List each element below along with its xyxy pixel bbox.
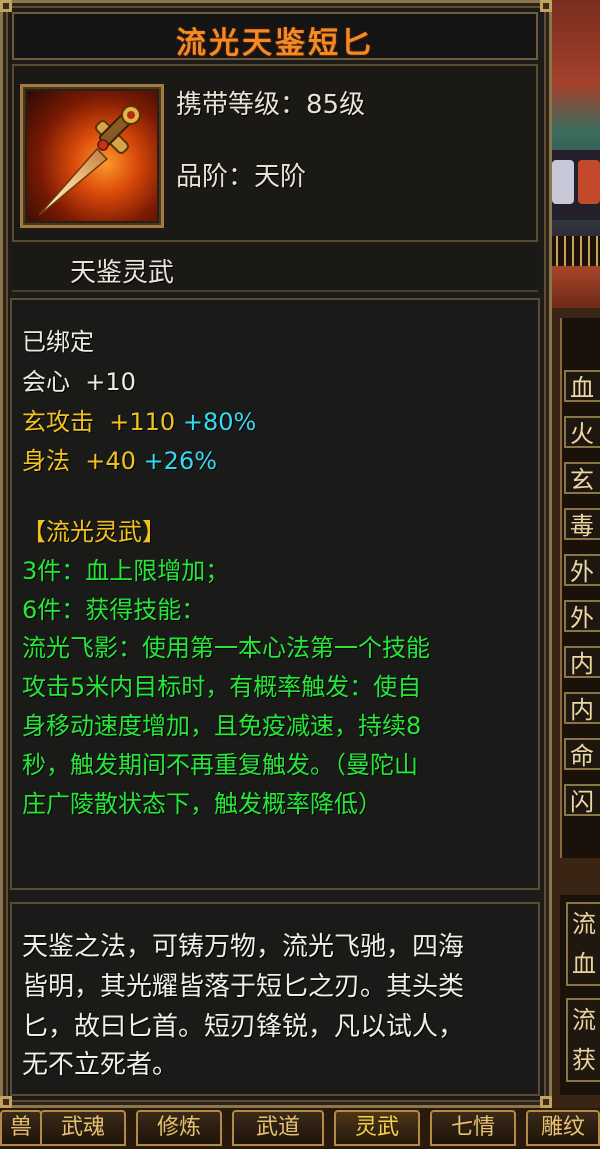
tab-0[interactable]: 兽 bbox=[0, 1110, 42, 1146]
side-card-text: 获 bbox=[572, 1046, 596, 1074]
set-bonus-line: 身移动速度增加，且免疫减速，持续8 bbox=[22, 712, 422, 740]
side-card-item[interactable]: 流血 bbox=[566, 902, 600, 986]
tab-6[interactable]: 雕纹 bbox=[526, 1110, 600, 1146]
stat-line: 玄攻击 +110 +80% bbox=[22, 402, 256, 437]
stat-base-value: +40 bbox=[85, 447, 136, 475]
description-line: 皆明，其光耀皆落于短匕之刃。其头类 bbox=[22, 972, 465, 1002]
tab-2[interactable]: 修炼 bbox=[136, 1110, 222, 1146]
set-bonus-line: 庄广陵散状态下，触发概率降低） bbox=[22, 790, 382, 818]
decorative-band bbox=[550, 236, 600, 266]
stat-percent-value: +80% bbox=[182, 408, 257, 436]
tab-1[interactable]: 武魂 bbox=[40, 1110, 126, 1146]
side-attribute-item[interactable]: 毒 bbox=[564, 508, 600, 540]
background-header bbox=[550, 266, 600, 308]
tab-5[interactable]: 七情 bbox=[430, 1110, 516, 1146]
description-line: 天鉴之法，可铸万物，流光飞驰，四海 bbox=[22, 932, 465, 962]
panel-corner bbox=[540, 1096, 552, 1108]
panel-corner bbox=[540, 0, 552, 12]
set-bonus-line: 攻击5米内目标时，有概率触发：使自 bbox=[22, 673, 422, 701]
item-series: 天鉴灵武 bbox=[70, 258, 175, 288]
side-attribute-item[interactable]: 血 bbox=[564, 370, 600, 402]
stat-label: 玄攻击 bbox=[22, 408, 94, 436]
set-title: 【流光灵武】 bbox=[22, 518, 166, 546]
tab-3[interactable]: 武道 bbox=[232, 1110, 324, 1146]
carry-level: 携带等级：85级 bbox=[176, 90, 366, 120]
item-title-bar: 流光天鉴短匕 bbox=[12, 12, 538, 61]
stat-line: 会心 +10 bbox=[22, 362, 136, 397]
side-attribute-item[interactable]: 外 bbox=[564, 600, 600, 632]
side-attribute-item[interactable]: 内 bbox=[564, 646, 600, 678]
set-bonus-line: 3件：血上限增加； bbox=[22, 557, 230, 585]
stat-label: 会心 bbox=[22, 368, 70, 396]
tab-4[interactable]: 灵武 bbox=[334, 1110, 420, 1146]
side-attribute-item[interactable]: 内 bbox=[564, 692, 600, 724]
stat-line: 身法 +40 +26% bbox=[22, 441, 217, 476]
side-card-text: 流 bbox=[572, 1006, 596, 1034]
item-name: 流光天鉴短匕 bbox=[176, 26, 374, 61]
skill-slot-icon[interactable] bbox=[552, 160, 574, 204]
skill-slot-icon[interactable] bbox=[578, 160, 600, 204]
side-card-item[interactable]: 流获 bbox=[566, 998, 600, 1082]
side-attribute-item[interactable]: 外 bbox=[564, 554, 600, 586]
stat-base-value: +10 bbox=[85, 368, 136, 396]
set-bonus-line: 流光飞影：使用第一本心法第一个技能 bbox=[22, 634, 430, 662]
side-attribute-item[interactable]: 火 bbox=[564, 416, 600, 448]
description-line: 匕，故曰匕首。短刃锋锐，凡以试人， bbox=[22, 1012, 465, 1042]
set-bonus-line: 6件：获得技能： bbox=[22, 596, 206, 624]
side-card-text: 流 bbox=[572, 910, 596, 938]
stat-percent-value: +26% bbox=[143, 447, 218, 475]
item-icon-frame[interactable] bbox=[20, 84, 164, 228]
item-grade: 品阶：天阶 bbox=[176, 162, 307, 192]
dagger-icon bbox=[27, 91, 157, 221]
set-bonus-line: 秒，触发期间不再重复触发。（曼陀山 bbox=[22, 751, 418, 779]
side-attribute-item[interactable]: 闪 bbox=[564, 784, 600, 816]
description-line: 无不立死者。 bbox=[22, 1050, 179, 1080]
bound-status: 已绑定 bbox=[22, 328, 94, 356]
side-attribute-item[interactable]: 命 bbox=[564, 738, 600, 770]
side-attribute-item[interactable]: 玄 bbox=[564, 462, 600, 494]
stat-base-value: +110 bbox=[109, 408, 176, 436]
stat-label: 身法 bbox=[22, 447, 70, 475]
panel-corner bbox=[0, 0, 12, 12]
side-card-text: 血 bbox=[572, 950, 596, 978]
panel-corner bbox=[0, 1096, 12, 1108]
